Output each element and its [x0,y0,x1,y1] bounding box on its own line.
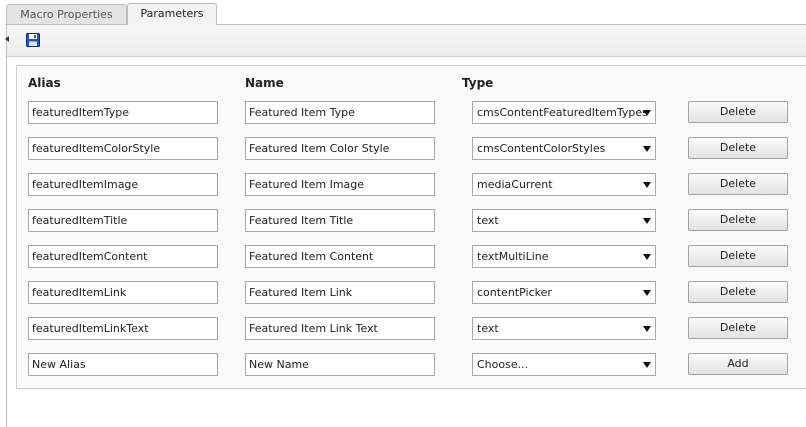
alias-input[interactable]: featuredItemTitle [28,209,218,232]
name-input[interactable]: Featured Item Link Text [245,317,435,340]
delete-button[interactable]: Delete [688,245,788,267]
type-select-value: cmsContentFeaturedItemTypes [477,106,648,119]
type-select[interactable]: cmsContentFeaturedItemTypes [472,101,656,124]
type-select-value: text [477,322,499,335]
alias-input[interactable]: featuredItemLinkText [28,317,218,340]
delete-button[interactable]: Delete [688,137,788,159]
delete-button[interactable]: Delete [688,209,788,231]
chevron-down-icon [643,110,651,116]
tab-parameters[interactable]: Parameters [127,3,217,25]
alias-input[interactable]: featuredItemContent [28,245,218,268]
name-input[interactable]: Featured Item Title [245,209,435,232]
save-icon[interactable] [26,33,40,47]
name-input[interactable]: Featured Item Link [245,281,435,304]
type-select-value: text [477,214,499,227]
chevron-down-icon [643,326,651,332]
alias-input[interactable]: featuredItemLink [28,281,218,304]
delete-button[interactable]: Delete [688,101,788,123]
type-select-value: textMultiLine [477,250,549,263]
parameters-panel: Alias Name Type featuredItemType Featured… [5,24,806,427]
chevron-down-icon [643,254,651,260]
alias-input[interactable]: featuredItemType [28,101,218,124]
type-select[interactable]: text [472,209,656,232]
new-alias-input[interactable]: New Alias [28,353,218,376]
type-select[interactable]: cmsContentColorStyles [472,137,656,160]
back-arrow-icon[interactable] [5,36,9,42]
parameters-table: Alias Name Type featuredItemType Featured… [16,65,806,389]
name-input[interactable]: Featured Item Type [245,101,435,124]
column-header-name: Name [245,76,284,90]
chevron-down-icon [643,146,651,152]
delete-button[interactable]: Delete [688,281,788,303]
chevron-down-icon [643,290,651,296]
type-select[interactable]: contentPicker [472,281,656,304]
type-select[interactable]: text [472,317,656,340]
type-select-value: cmsContentColorStyles [477,142,606,155]
chevron-down-icon [643,218,651,224]
name-input[interactable]: Featured Item Image [245,173,435,196]
delete-button[interactable]: Delete [688,317,788,339]
name-input[interactable]: Featured Item Color Style [245,137,435,160]
type-select[interactable]: textMultiLine [472,245,656,268]
add-button[interactable]: Add [688,353,788,375]
tab-macro-properties[interactable]: Macro Properties [6,4,127,24]
chevron-down-icon [643,362,651,368]
type-select-value: contentPicker [477,286,552,299]
toolbar [5,25,806,57]
chevron-down-icon [643,182,651,188]
new-name-input[interactable]: New Name [245,353,435,376]
type-select-value: Choose... [477,358,529,371]
type-select-value: mediaCurrent [477,178,553,191]
column-header-alias: Alias [28,76,61,90]
column-header-type: Type [462,76,494,90]
alias-input[interactable]: featuredItemImage [28,173,218,196]
alias-input[interactable]: featuredItemColorStyle [28,137,218,160]
name-input[interactable]: Featured Item Content [245,245,435,268]
tab-bar: Macro Properties Parameters [0,0,806,25]
delete-button[interactable]: Delete [688,173,788,195]
type-select[interactable]: mediaCurrent [472,173,656,196]
new-type-select[interactable]: Choose... [472,353,656,376]
